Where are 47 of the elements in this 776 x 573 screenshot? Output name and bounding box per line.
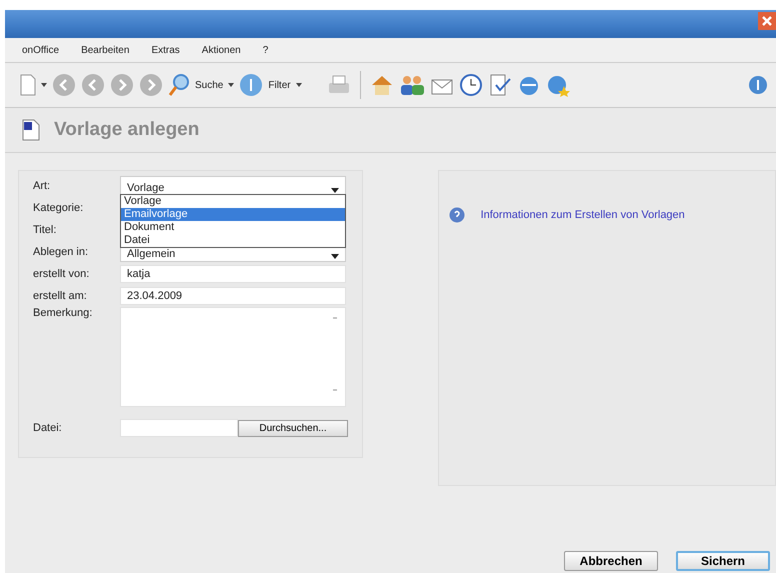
text-field[interactable]: 23.04.2009 [120, 287, 346, 305]
dialog-button[interactable]: Abbrechen [564, 551, 658, 571]
new-document-icon[interactable] [20, 74, 36, 96]
caret-icon[interactable] [331, 254, 339, 260]
filter-menu-button[interactable]: Filter [268, 80, 291, 90]
menu-item[interactable]: Extras [151, 44, 180, 56]
magnifier-icon[interactable] [168, 73, 190, 97]
info-icon[interactable] [239, 73, 264, 97]
info-link[interactable]: Informationen zum Erstellen von Vorlagen [480, 209, 685, 221]
checklist-icon[interactable] [488, 73, 512, 97]
caret-icon[interactable] [296, 82, 302, 88]
people-icon[interactable] [398, 73, 425, 97]
file-field[interactable] [120, 419, 238, 437]
field-label: Ablegen in: [33, 246, 90, 258]
dropdown-option[interactable]: Vorlage [121, 195, 345, 208]
field-label: Datei: [33, 422, 63, 434]
dropdown-field[interactable]: Vorlage [120, 176, 346, 196]
menu-item[interactable]: ? [262, 44, 268, 56]
house-icon[interactable] [370, 73, 394, 97]
printer-icon[interactable] [326, 74, 351, 96]
field-label: Art: [33, 180, 52, 192]
caret-icon[interactable] [228, 82, 234, 88]
dropdown-option[interactable]: Dokument [121, 221, 345, 234]
help-icon[interactable] [448, 207, 465, 223]
menu-item[interactable]: Bearbeiten [81, 44, 130, 56]
field-label: erstellt am: [33, 290, 88, 302]
document-icon [22, 119, 40, 141]
menu-item[interactable]: onOffice [22, 44, 60, 56]
field-label: Kategorie: [33, 202, 84, 214]
info-icon[interactable] [748, 75, 768, 95]
field-label: Bemerkung: [33, 307, 94, 319]
clock-icon[interactable] [458, 73, 483, 97]
dropdown-option[interactable]: Emailvorlage [121, 208, 345, 221]
caret-icon[interactable] [41, 82, 47, 88]
navigation-icon[interactable] [110, 73, 134, 97]
field-label: Titel: [33, 224, 58, 236]
close-icon[interactable] [758, 12, 776, 30]
page-title: Vorlage anlegen [54, 119, 200, 141]
search-menu-button[interactable]: Suche [195, 80, 224, 90]
browse-button[interactable]: Durchsuchen... [238, 420, 348, 436]
field-label: erstellt von: [33, 268, 90, 280]
navigation-icon[interactable] [81, 73, 105, 97]
text-field[interactable]: katja [120, 265, 346, 283]
menu-item[interactable]: Aktionen [202, 44, 241, 56]
navigation-icon[interactable] [139, 73, 163, 97]
navigation-icon[interactable] [52, 73, 76, 97]
dialog-button[interactable]: Sichern [676, 551, 770, 571]
